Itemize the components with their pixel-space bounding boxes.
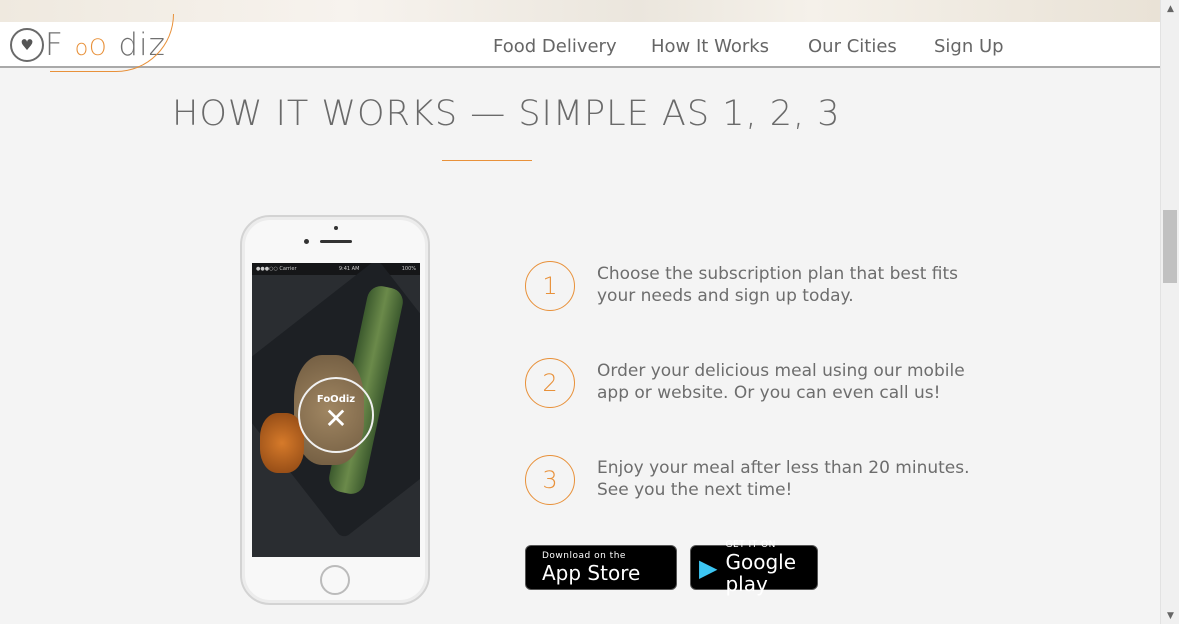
step-text-2: Order your delicious meal using our mobi… bbox=[597, 361, 965, 403]
phone-sensor bbox=[334, 226, 338, 230]
status-carrier: ●●●○○ Carrier bbox=[256, 266, 297, 272]
phone-status-bar: ●●●○○ Carrier 9:41 AM 100% bbox=[252, 263, 420, 275]
title-divider bbox=[442, 160, 532, 161]
phone-home-button bbox=[320, 565, 350, 595]
step-1: 1 Choose the subscription plan that best… bbox=[525, 261, 995, 315]
phone-camera bbox=[304, 239, 309, 244]
step-number-1: 1 bbox=[525, 261, 575, 311]
app-store-big: App Store bbox=[542, 561, 641, 585]
nav-how-it-works[interactable]: How It Works bbox=[651, 36, 769, 57]
phone-mockup: ●●●○○ Carrier 9:41 AM 100% FoOdiz ✕ bbox=[240, 215, 430, 605]
step-number-3: 3 bbox=[525, 455, 575, 505]
app-logo-badge: FoOdiz ✕ bbox=[298, 377, 374, 453]
step-text-1: Choose the subscription plan that best f… bbox=[597, 264, 959, 306]
step-number-2: 2 bbox=[525, 358, 575, 408]
step-2: 2 Order your delicious meal using our mo… bbox=[525, 358, 995, 412]
phone-screen: ●●●○○ Carrier 9:41 AM 100% FoOdiz ✕ bbox=[252, 263, 420, 557]
google-play-icon: ▶ bbox=[699, 553, 718, 582]
google-play-button[interactable]: ▶ GET IT ON Google play bbox=[690, 540, 818, 595]
nav-food-delivery[interactable]: Food Delivery bbox=[493, 36, 617, 57]
nav-sign-up[interactable]: Sign Up bbox=[934, 36, 1004, 57]
app-store-button[interactable]: Download on the App Store bbox=[525, 545, 677, 590]
status-battery: 100% bbox=[401, 266, 416, 272]
logo-text: F oO diz bbox=[45, 26, 166, 63]
top-navbar: ♥ F oO diz Food Delivery How It Works Ou… bbox=[0, 14, 1160, 72]
scroll-thumb[interactable] bbox=[1163, 210, 1177, 283]
step-text-3: Enjoy your meal after less than 20 minut… bbox=[597, 458, 970, 500]
heart-badge-icon: ♥ bbox=[10, 28, 44, 62]
nav-our-cities[interactable]: Our Cities bbox=[808, 36, 897, 57]
logo[interactable]: ♥ F oO diz bbox=[10, 14, 174, 72]
scroll-up-icon[interactable]: ▲ bbox=[1161, 0, 1179, 17]
fork-spoon-icon: ✕ bbox=[324, 401, 348, 435]
carrot-image bbox=[260, 413, 304, 473]
status-time: 9:41 AM bbox=[338, 266, 360, 272]
vertical-scrollbar[interactable]: ▲ ▼ bbox=[1160, 0, 1179, 624]
phone-speaker bbox=[320, 240, 352, 243]
section-title: HOW IT WORKS — SIMPLE AS 1, 2, 3 bbox=[172, 94, 841, 134]
scroll-down-icon[interactable]: ▼ bbox=[1161, 607, 1179, 624]
hero-image-strip bbox=[0, 0, 1160, 22]
step-3: 3 Enjoy your meal after less than 20 min… bbox=[525, 455, 995, 509]
google-play-big: Google play bbox=[725, 550, 796, 596]
